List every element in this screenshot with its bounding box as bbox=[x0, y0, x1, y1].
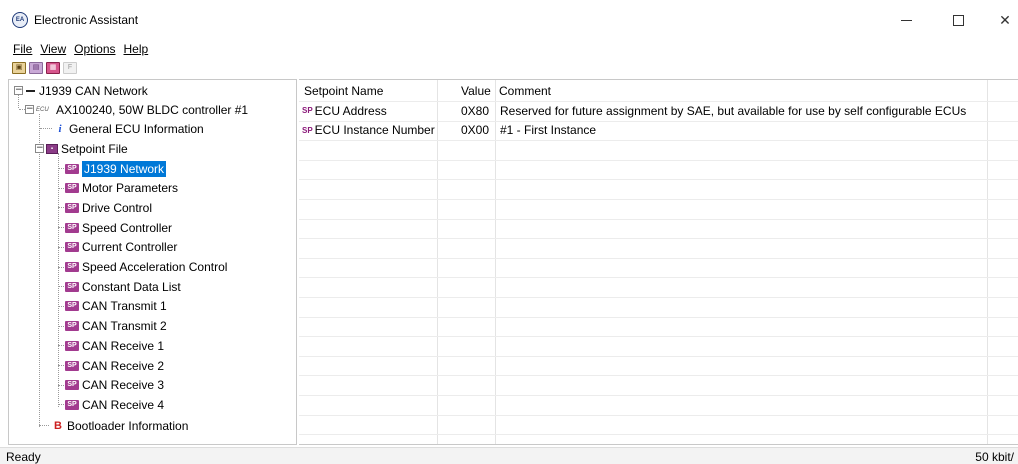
tree-node-setpoint-file[interactable]: − ▪ Setpoint File bbox=[35, 139, 128, 158]
tree-node-setpoint[interactable]: SP Speed Controller bbox=[58, 218, 173, 237]
bootloader-icon: B bbox=[54, 419, 62, 432]
header-comment[interactable]: Comment bbox=[499, 80, 551, 101]
tree-node-setpoint[interactable]: SP CAN Transmit 1 bbox=[58, 297, 167, 316]
tree-label-setpoint: Constant Data List bbox=[82, 279, 181, 294]
status-text: Ready bbox=[6, 450, 41, 464]
tree-label-setpoint: CAN Receive 4 bbox=[82, 397, 165, 412]
menu-bar: File View Options Help bbox=[0, 40, 156, 58]
setpoint-icon: SP bbox=[65, 242, 79, 253]
tree-label-setpoint: Drive Control bbox=[82, 200, 153, 215]
window-title: Electronic Assistant bbox=[34, 13, 139, 27]
save-icon[interactable]: ▦ bbox=[46, 62, 60, 74]
toolbar: ▣ ▤ ▦ F bbox=[12, 60, 77, 76]
header-value[interactable]: Value bbox=[461, 80, 491, 101]
tree-label-setpoint: CAN Transmit 1 bbox=[82, 299, 167, 314]
tree-node-setpoint[interactable]: SP Motor Parameters bbox=[58, 179, 179, 198]
ecu-icon: ECU bbox=[36, 106, 49, 113]
setpoint-name-text: ECU Address bbox=[314, 103, 387, 118]
tree-label-general-info: General ECU Information bbox=[69, 121, 204, 136]
setpoint-icon: SP bbox=[65, 281, 79, 292]
tree-node-setpoint[interactable]: SP CAN Receive 2 bbox=[58, 356, 165, 375]
cell-comment: Reserved for future assignment by SAE, b… bbox=[500, 103, 967, 118]
collapse-icon[interactable]: − bbox=[14, 86, 23, 95]
minimize-icon bbox=[900, 19, 912, 21]
tree-label-setpoint: J1939 Network bbox=[82, 160, 167, 177]
maximize-button[interactable] bbox=[938, 8, 978, 32]
tree-node-setpoint[interactable]: SP CAN Receive 3 bbox=[58, 376, 165, 395]
cell-setpoint-name[interactable]: SP ECU Address bbox=[302, 101, 387, 120]
cell-setpoint-name[interactable]: SP ECU Instance Number bbox=[302, 121, 435, 140]
menu-help[interactable]: Help bbox=[124, 40, 153, 58]
baud-rate-text: 50 kbit/ bbox=[975, 450, 1014, 464]
collapse-icon[interactable]: − bbox=[35, 144, 44, 153]
maximize-icon bbox=[952, 14, 964, 26]
flash-button[interactable]: F bbox=[63, 62, 77, 74]
tree-view[interactable]: − J1939 CAN Network − ECU AX100240, 50W … bbox=[8, 79, 297, 445]
tree-node-setpoint[interactable]: SP CAN Receive 4 bbox=[58, 395, 165, 414]
setpoint-icon: SP bbox=[65, 360, 79, 371]
tree-node-setpoint[interactable]: SP Current Controller bbox=[58, 238, 178, 257]
setpoint-grid: Setpoint Name Value Comment SP ECU Addres… bbox=[299, 79, 1018, 445]
tree-label-setpoint: CAN Transmit 2 bbox=[82, 319, 167, 334]
tree-node-setpoint[interactable]: SP J1939 Network bbox=[58, 159, 167, 178]
tree-node-bootloader[interactable]: B Bootloader Information bbox=[39, 416, 189, 435]
tree-label-setpoint-file: Setpoint File bbox=[61, 141, 128, 156]
setpoint-icon: SP bbox=[65, 262, 79, 272]
cell-value[interactable]: 0X80 bbox=[461, 101, 489, 120]
tree-node-general-info[interactable]: i General ECU Information bbox=[40, 119, 204, 138]
tree-label-setpoint: Speed Acceleration Control bbox=[82, 260, 228, 274]
minimize-button[interactable] bbox=[886, 8, 926, 32]
setpoint-icon: SP bbox=[65, 321, 79, 332]
tree-label-bootloader: Bootloader Information bbox=[67, 418, 189, 433]
tree-node-setpoint[interactable]: SP CAN Transmit 2 bbox=[58, 317, 167, 336]
tree-label-root: J1939 CAN Network bbox=[39, 83, 148, 98]
menu-file[interactable]: File bbox=[13, 40, 36, 58]
setpoint-icon: SP bbox=[302, 106, 313, 115]
info-icon: i bbox=[58, 122, 62, 135]
setpoint-name-text: ECU Instance Number bbox=[314, 123, 435, 138]
cell-comment: #1 - First Instance bbox=[500, 123, 597, 138]
tree-label-ecu: AX100240, 50W BLDC controller #1 bbox=[56, 102, 249, 117]
tree-node-root[interactable]: − J1939 CAN Network bbox=[14, 81, 148, 100]
setpoint-icon: SP bbox=[65, 183, 79, 194]
tree-node-ecu[interactable]: − ECU AX100240, 50W BLDC controller #1 bbox=[19, 100, 249, 119]
cell-value[interactable]: 0X00 bbox=[461, 121, 489, 140]
network-icon bbox=[26, 89, 35, 92]
setpoint-icon: SP bbox=[65, 163, 79, 174]
setpoint-file-icon: ▪ bbox=[46, 143, 58, 154]
setpoint-icon: SP bbox=[65, 380, 79, 391]
tree-node-setpoint[interactable]: SP Drive Control bbox=[58, 198, 153, 217]
collapse-icon[interactable]: − bbox=[25, 105, 34, 114]
setpoint-icon: SP bbox=[65, 222, 79, 233]
close-button[interactable]: ✕ bbox=[985, 8, 1018, 32]
tree-label-setpoint: CAN Receive 2 bbox=[82, 358, 165, 373]
tree-label-setpoint: Motor Parameters bbox=[82, 181, 179, 196]
header-setpoint-name[interactable]: Setpoint Name bbox=[304, 80, 383, 101]
tree-label-setpoint: Current Controller bbox=[82, 240, 178, 255]
tree-node-setpoint[interactable]: SP CAN Receive 1 bbox=[58, 336, 165, 355]
setpoint-icon: SP bbox=[65, 202, 79, 213]
tree-node-setpoint[interactable]: SP Constant Data List bbox=[58, 277, 181, 296]
setpoint-icon: SP bbox=[302, 125, 313, 135]
title-bar: EA Electronic Assistant ✕ bbox=[0, 0, 1018, 38]
close-icon: ✕ bbox=[999, 11, 1011, 28]
setpoint-icon: SP bbox=[65, 301, 79, 312]
setpoint-icon: SP bbox=[65, 399, 79, 410]
open-ecu-icon[interactable]: ▣ bbox=[12, 62, 26, 74]
tree-label-setpoint: Speed Controller bbox=[82, 220, 173, 235]
menu-view[interactable]: View bbox=[40, 40, 70, 58]
status-bar: Ready 50 kbit/ bbox=[0, 447, 1018, 464]
tree-label-setpoint: CAN Receive 1 bbox=[82, 338, 165, 353]
tree-node-setpoint[interactable]: SP Speed Acceleration Control bbox=[58, 258, 228, 277]
tree-label-setpoint: CAN Receive 3 bbox=[82, 378, 165, 393]
menu-options[interactable]: Options bbox=[74, 40, 119, 58]
setpoint-icon: SP bbox=[65, 340, 79, 351]
app-logo-icon: EA bbox=[12, 12, 28, 28]
setpoint-icon[interactable]: ▤ bbox=[29, 62, 43, 74]
